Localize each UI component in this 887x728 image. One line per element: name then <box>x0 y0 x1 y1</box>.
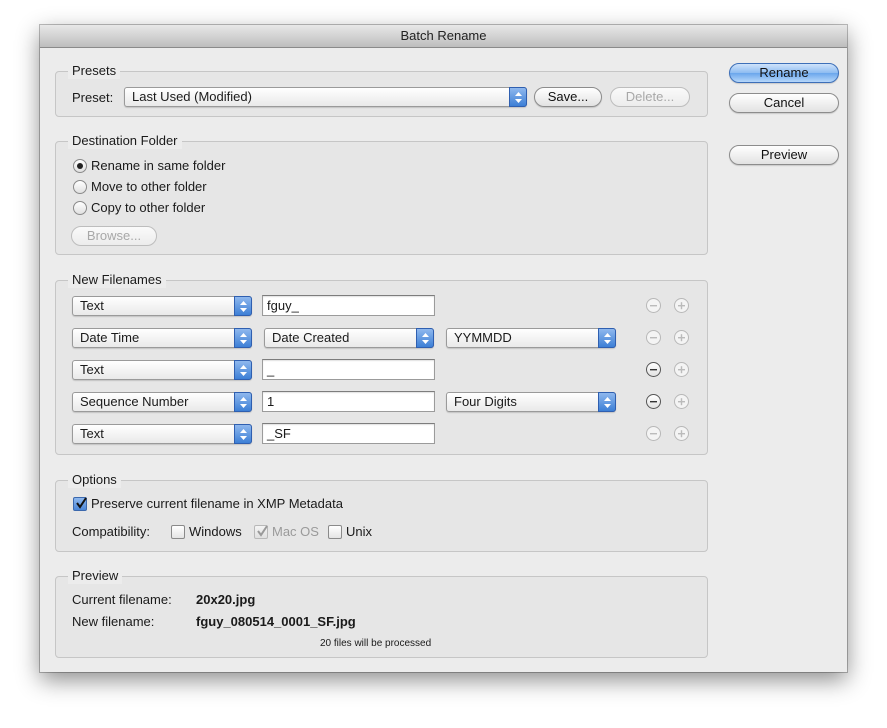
row1-type-value: Text <box>80 298 104 313</box>
row2-date-type-value: Date Created <box>272 330 350 345</box>
up-down-arrows-icon <box>416 328 434 348</box>
checkmark-icon <box>76 497 87 509</box>
row1-plus-icon[interactable] <box>674 298 689 313</box>
row2-format-popup[interactable]: YYMMDD <box>446 328 616 348</box>
new-filename-label: New filename: <box>72 614 155 629</box>
row4-type-popup[interactable]: Sequence Number <box>72 392 252 412</box>
new-filenames-legend: New Filenames <box>68 272 166 288</box>
preview-legend: Preview <box>68 568 123 584</box>
unix-label: Unix <box>346 524 373 539</box>
row2-type-value: Date Time <box>80 330 140 345</box>
row2-type-popup[interactable]: Date Time <box>72 328 252 348</box>
rename-button[interactable]: Rename <box>729 63 839 83</box>
row5-text-field[interactable]: _SF <box>262 423 435 444</box>
row3-plus-icon[interactable] <box>674 362 689 377</box>
row2-date-type-popup[interactable]: Date Created <box>264 328 434 348</box>
preserve-filename-label: Preserve current filename in XMP Metadat… <box>91 496 343 511</box>
window-title: Batch Rename <box>40 25 847 48</box>
preset-value: Last Used (Modified) <box>132 89 252 104</box>
up-down-arrows-icon <box>598 328 616 348</box>
preview-button[interactable]: Preview <box>729 145 839 165</box>
row3-type-popup[interactable]: Text <box>72 360 252 380</box>
files-count-text: 20 files will be processed <box>320 638 432 649</box>
row5-plus-icon[interactable] <box>674 426 689 441</box>
up-down-arrows-icon <box>509 87 527 107</box>
row1-minus-icon[interactable] <box>646 298 661 313</box>
options-group <box>55 480 708 552</box>
browse-button[interactable]: Browse... <box>71 226 157 246</box>
move-other-folder-radio[interactable] <box>73 180 87 194</box>
up-down-arrows-icon <box>234 360 252 380</box>
copy-other-folder-label: Copy to other folder <box>91 200 206 215</box>
up-down-arrows-icon <box>234 424 252 444</box>
macos-label: Mac OS <box>272 524 319 539</box>
unix-checkbox[interactable] <box>328 525 342 539</box>
row2-plus-icon[interactable] <box>674 330 689 345</box>
destination-legend: Destination Folder <box>68 133 182 149</box>
windows-checkbox[interactable] <box>171 525 185 539</box>
new-filename-value: fguy_080514_0001_SF.jpg <box>196 614 356 629</box>
delete-preset-button[interactable]: Delete... <box>610 87 690 107</box>
row5-minus-icon[interactable] <box>646 426 661 441</box>
preset-label: Preset: <box>72 90 114 105</box>
move-other-folder-label: Move to other folder <box>91 179 207 194</box>
copy-other-folder-radio[interactable] <box>73 201 87 215</box>
up-down-arrows-icon <box>234 328 252 348</box>
preserve-filename-checkbox[interactable] <box>73 497 87 511</box>
row2-minus-icon[interactable] <box>646 330 661 345</box>
presets-legend: Presets <box>68 63 121 79</box>
row4-digits-popup[interactable]: Four Digits <box>446 392 616 412</box>
row4-type-value: Sequence Number <box>80 394 189 409</box>
preset-popup[interactable]: Last Used (Modified) <box>124 87 527 107</box>
batch-rename-dialog: Batch Rename Rename Cancel Preview Prese… <box>40 25 847 672</box>
current-filename-label: Current filename: <box>72 592 172 607</box>
rename-same-folder-radio[interactable] <box>73 159 87 173</box>
checkmark-icon <box>257 525 268 537</box>
row3-minus-icon[interactable] <box>646 362 661 377</box>
row4-digits-value: Four Digits <box>454 394 517 409</box>
up-down-arrows-icon <box>598 392 616 412</box>
row5-type-value: Text <box>80 426 104 441</box>
row4-plus-icon[interactable] <box>674 394 689 409</box>
row3-text-field[interactable]: _ <box>262 359 435 380</box>
row2-format-value: YYMMDD <box>454 330 512 345</box>
row1-text-field[interactable]: fguy_ <box>262 295 435 316</box>
macos-checkbox[interactable] <box>254 525 268 539</box>
row4-start-number-field[interactable]: 1 <box>262 391 435 412</box>
row1-type-popup[interactable]: Text <box>72 296 252 316</box>
options-legend: Options <box>68 472 121 488</box>
row4-minus-icon[interactable] <box>646 394 661 409</box>
current-filename-value: 20x20.jpg <box>196 592 256 607</box>
up-down-arrows-icon <box>234 296 252 316</box>
row5-type-popup[interactable]: Text <box>72 424 252 444</box>
rename-same-folder-label: Rename in same folder <box>91 158 226 173</box>
compatibility-label: Compatibility: <box>72 524 151 539</box>
windows-label: Windows <box>189 524 242 539</box>
save-preset-button[interactable]: Save... <box>534 87 602 107</box>
row3-type-value: Text <box>80 362 104 377</box>
cancel-button[interactable]: Cancel <box>729 93 839 113</box>
up-down-arrows-icon <box>234 392 252 412</box>
